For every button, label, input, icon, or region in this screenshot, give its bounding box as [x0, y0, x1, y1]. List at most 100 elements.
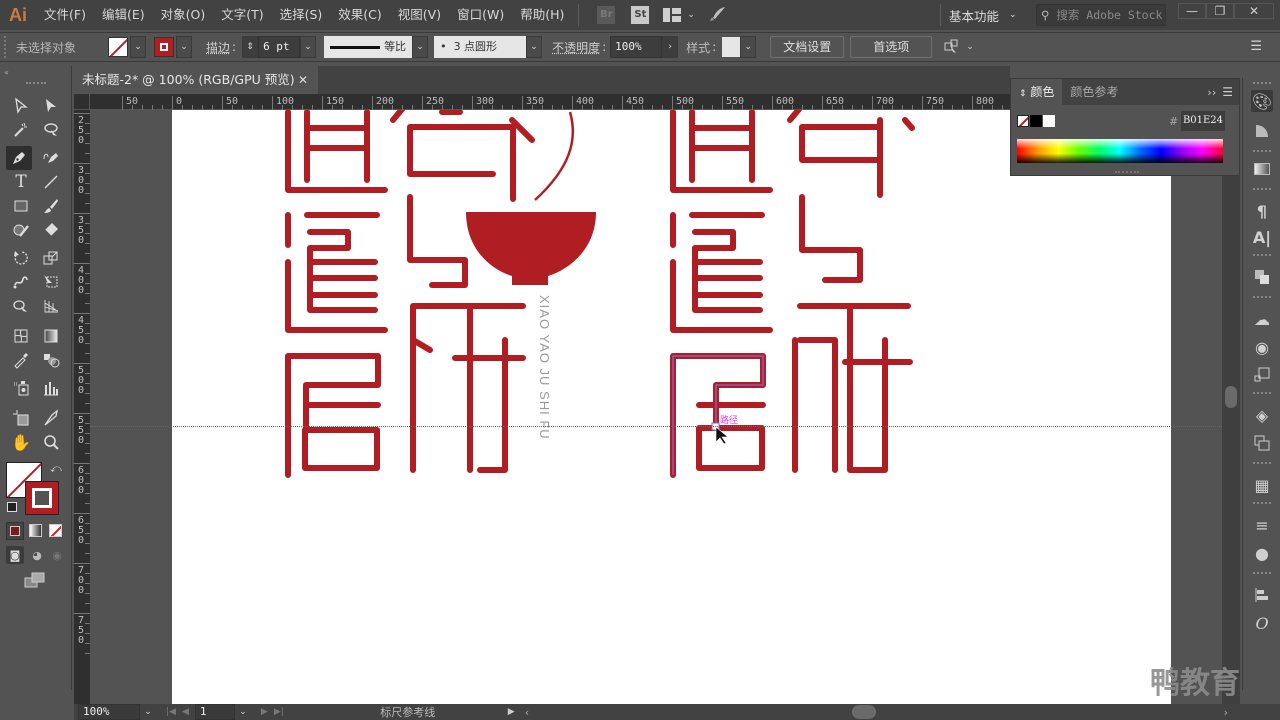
mesh-tool[interactable]	[8, 324, 34, 348]
bridge-button[interactable]: Br	[597, 6, 616, 24]
line-segment-tool[interactable]	[38, 170, 64, 194]
previous-artboard-button[interactable]: ◀	[182, 707, 189, 717]
column-graph-tool[interactable]	[38, 376, 64, 400]
cc-libraries-icon-button[interactable]: ☁︎	[1251, 308, 1273, 330]
eraser-tool[interactable]	[38, 218, 64, 242]
zoom-level-input[interactable]: 100%	[78, 704, 140, 720]
profile-dropdown[interactable]: ⌄	[412, 36, 429, 58]
appearance-icon-button[interactable]: ◉	[1251, 336, 1273, 358]
opacity-slider-toggle[interactable]: ›	[662, 36, 679, 58]
white-swatch[interactable]	[1043, 115, 1055, 127]
graphic-style-swatch[interactable]	[722, 37, 741, 57]
none-swatch[interactable]	[1017, 115, 1029, 127]
menu-select[interactable]: 选择(S)	[272, 0, 331, 30]
color-panel-icon-button[interactable]: 🎨︎	[1251, 90, 1273, 112]
dock-grip[interactable]	[1253, 392, 1271, 395]
swap-fill-stroke-button[interactable]: ⤺	[50, 462, 62, 476]
blend-tool[interactable]	[38, 348, 64, 372]
gradient-mode-button[interactable]	[29, 524, 42, 537]
collapse-toolbox-button[interactable]: «	[4, 68, 9, 77]
hex-color-input[interactable]: B01E24	[1181, 111, 1225, 131]
zoom-dropdown[interactable]: ⌄	[140, 707, 156, 717]
graphic-style-dropdown[interactable]: ⌄	[740, 36, 757, 58]
dock-grip[interactable]	[1253, 462, 1271, 465]
menu-effect[interactable]: 效果(C)	[330, 0, 389, 30]
ruler-origin[interactable]	[74, 94, 90, 110]
swatches-icon-button[interactable]: ▦	[1251, 474, 1273, 496]
gradient-tool[interactable]	[38, 324, 64, 348]
transparency-icon-button[interactable]: ●	[1251, 542, 1273, 564]
warp-tool[interactable]	[8, 270, 34, 294]
variable-width-profile[interactable]: 等比	[324, 36, 413, 58]
dock-grip[interactable]	[1253, 150, 1271, 153]
none-mode-button[interactable]	[49, 524, 62, 537]
arrange-documents-button[interactable]: ⌄	[663, 8, 695, 22]
preferences-button[interactable]: 首选项	[850, 36, 933, 58]
panel-grip[interactable]	[4, 36, 10, 58]
stroke-weight-dropdown[interactable]: ⌄	[300, 36, 317, 58]
minimize-button[interactable]: —	[1178, 3, 1206, 19]
stroke-color-box[interactable]	[25, 481, 59, 515]
align-icon-button[interactable]	[1251, 584, 1273, 606]
shaper-tool[interactable]	[8, 218, 34, 242]
dock-grip[interactable]	[1253, 296, 1271, 299]
artboard-dropdown[interactable]: ⌄	[235, 707, 251, 717]
logo-right-group[interactable]	[670, 110, 915, 478]
tab-color-guide[interactable]: 颜色参考	[1062, 79, 1126, 105]
first-artboard-button[interactable]: |◀	[166, 707, 176, 717]
panel-resize-grip[interactable]	[1115, 171, 1139, 173]
ruler-guide[interactable]	[90, 426, 1240, 427]
dock-grip[interactable]	[1253, 572, 1271, 575]
magic-wand-tool[interactable]	[8, 118, 34, 142]
stroke-panel-icon-button[interactable]: ≡	[1251, 514, 1273, 536]
lasso-tool[interactable]	[38, 118, 64, 142]
free-transform-tool[interactable]	[38, 270, 64, 294]
toolbox-grip[interactable]	[26, 82, 46, 84]
shape-builder-tool[interactable]	[8, 294, 34, 318]
perspective-grid-tool[interactable]	[38, 294, 64, 318]
menu-edit[interactable]: 编辑(E)	[94, 0, 153, 30]
transform-icon-button[interactable]	[1251, 266, 1273, 288]
hand-tool[interactable]: ✋	[8, 430, 34, 454]
stock-button[interactable]: St	[631, 6, 650, 24]
rectangle-tool[interactable]	[8, 194, 34, 218]
default-fill-stroke-button[interactable]	[7, 502, 17, 512]
color-guide-icon-button[interactable]	[1251, 120, 1273, 142]
pen-tool[interactable]	[6, 146, 32, 170]
selection-tool[interactable]	[8, 94, 34, 118]
scroll-right-button[interactable]: ›	[1224, 706, 1228, 719]
dock-grip[interactable]	[1253, 254, 1271, 257]
workspace-switcher[interactable]: 基本功能 ⌄	[940, 0, 1017, 30]
layers-icon-button[interactable]: ◈	[1251, 404, 1273, 426]
stroke-weight-input[interactable]: 6 pt	[258, 36, 301, 58]
black-swatch[interactable]	[1030, 115, 1042, 127]
dock-grip[interactable]	[1253, 82, 1271, 85]
opacity-input[interactable]: 100%	[610, 36, 663, 58]
horizontal-ruler[interactable]: 50 0 50 100 150 200 250 300 350 400 450 500 550 600 65…	[74, 94, 1013, 110]
eyedropper-tool[interactable]	[8, 348, 34, 372]
paragraph-icon-button[interactable]: ¶	[1251, 200, 1273, 222]
direct-selection-tool[interactable]	[38, 94, 64, 118]
symbol-sprayer-tool[interactable]	[8, 376, 34, 400]
brush-definition[interactable]: • 3 点圆形	[434, 36, 527, 58]
document-setup-button[interactable]: 文档设置	[770, 36, 845, 58]
rotate-tool[interactable]	[8, 246, 34, 270]
menu-object[interactable]: 对象(O)	[153, 0, 214, 30]
vertical-scroll-thumb[interactable]	[1225, 386, 1237, 408]
zoom-tool[interactable]	[38, 430, 64, 454]
draw-normal-button[interactable]: ◙	[6, 546, 24, 564]
panel-expand-button[interactable]: ››	[1207, 86, 1216, 99]
next-artboard-button[interactable]: ▶	[261, 707, 268, 717]
stroke-dropdown[interactable]: ⌄	[176, 36, 192, 58]
dock-grip[interactable]	[1253, 188, 1271, 191]
menu-type[interactable]: 文字(T)	[213, 0, 271, 30]
last-artboard-button[interactable]: ▶|	[274, 707, 284, 717]
fill-dropdown[interactable]: ⌄	[130, 36, 146, 58]
menu-file[interactable]: 文件(F)	[36, 0, 94, 30]
scale-tool[interactable]	[38, 246, 64, 270]
close-tab-button[interactable]: ✕	[298, 66, 308, 94]
horizontal-scroll-thumb[interactable]	[852, 705, 876, 719]
brush-dropdown[interactable]: ⌄	[526, 36, 543, 58]
character-icon-button[interactable]: A|	[1251, 226, 1273, 248]
close-window-button[interactable]: ✕	[1234, 3, 1274, 19]
